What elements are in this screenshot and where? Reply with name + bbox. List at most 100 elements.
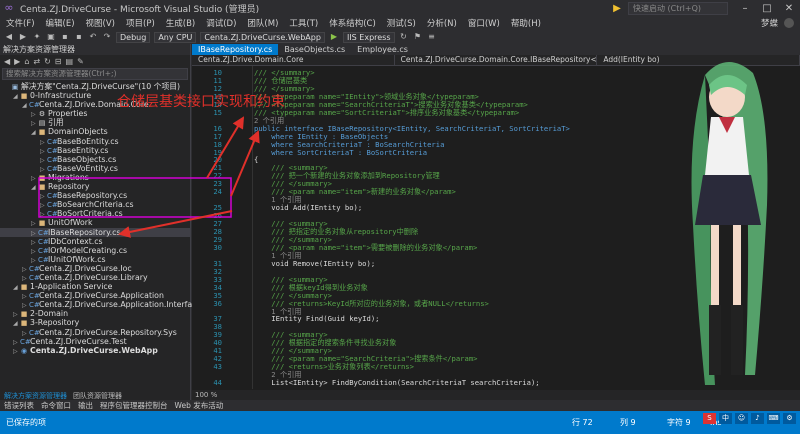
maximize-button[interactable]: □ — [756, 3, 778, 14]
forward-icon[interactable]: ▶ — [14, 57, 20, 66]
menu-file[interactable]: 文件(F) — [6, 17, 35, 29]
type-dropdown[interactable]: Centa.ZJ.DriveCurse.Domain.Core.IBaseRep… — [395, 55, 598, 65]
tree-item[interactable]: ▷ C#IDbContext.cs — [0, 237, 190, 246]
tree-item[interactable]: ▷ ■ Migrations — [0, 173, 190, 182]
notification-flag-icon[interactable]: ▶ — [606, 3, 628, 14]
expand-arrow-icon[interactable]: ▷ — [13, 347, 20, 356]
tree-item[interactable]: ◢ C#Centa.ZJ.Drive.Domain.Core — [0, 100, 190, 109]
tree-item[interactable]: ▷ C#Centa.ZJ.DriveCurse.Application — [0, 291, 190, 300]
menu-window[interactable]: 窗口(W) — [468, 17, 500, 29]
tree-item[interactable]: ◢ ■ 1-Application Service — [0, 282, 190, 291]
tree-item[interactable]: ◢ ■ DomainObjects — [0, 127, 190, 136]
code-line[interactable]: /// <typeparam name="SortCriteriaT">排序业务… — [254, 108, 519, 118]
new-project-icon[interactable]: ✦ — [32, 32, 42, 42]
mic-icon[interactable]: ♪ — [751, 413, 764, 424]
tree-item[interactable]: ▷ ▤ 引用 — [0, 118, 190, 127]
ime-icon[interactable]: S — [703, 413, 716, 424]
sync-icon[interactable]: ⇄ — [33, 57, 40, 66]
minimize-button[interactable]: – — [734, 3, 756, 14]
keyboard-icon[interactable]: ⌨ — [767, 413, 780, 424]
user-name[interactable]: 梦蝶 — [761, 17, 778, 29]
save-icon[interactable]: ▪ — [60, 32, 70, 42]
comment-icon[interactable]: ≡ — [427, 32, 437, 42]
menu-analyze[interactable]: 分析(N) — [427, 17, 457, 29]
forward-icon[interactable]: ▶ — [18, 32, 28, 42]
home-icon[interactable]: ⌂ — [24, 57, 29, 66]
tree-item[interactable]: ▷ C#BaseObjects.cs — [0, 155, 190, 164]
quick-launch-input[interactable]: 快速启动 (Ctrl+Q) — [628, 1, 728, 15]
startup-project-select[interactable]: Centa.ZJ.DriveCurse.WebApp — [200, 31, 325, 43]
lang-icon[interactable]: 中 — [719, 413, 732, 424]
menu-view[interactable]: 视图(V) — [86, 17, 115, 29]
back-icon[interactable]: ◀ — [4, 32, 14, 42]
tree-item[interactable]: ▷ C#Centa.ZJ.DriveCurse.Ioc — [0, 264, 190, 273]
platform-select[interactable]: Any CPU — [154, 31, 197, 43]
menu-team[interactable]: 团队(M) — [247, 17, 278, 29]
tree-item[interactable]: ▷ C#IUnitOfWork.cs — [0, 255, 190, 264]
settings-icon[interactable]: ⚙ — [783, 413, 796, 424]
user-avatar[interactable] — [784, 18, 794, 28]
run-icon[interactable]: ▶ — [329, 32, 339, 42]
tree-item[interactable]: ◢ ■ 0-Infrastructure — [0, 91, 190, 100]
menu-debug[interactable]: 调试(D) — [206, 17, 236, 29]
tab-baseobjects[interactable]: BaseObjects.cs — [278, 44, 351, 55]
code-line[interactable]: void Remove(IEntity bo); — [254, 259, 375, 268]
run-button[interactable]: IIS Express — [342, 31, 395, 43]
refresh-icon[interactable]: ↻ — [399, 32, 409, 42]
tree-item[interactable]: ▷ C#BaseBoEntity.cs — [0, 137, 190, 146]
tab-output[interactable]: 输出 — [78, 400, 93, 411]
refresh-icon[interactable]: ↻ — [44, 57, 51, 66]
menu-help[interactable]: 帮助(H) — [511, 17, 541, 29]
tab-web-publish[interactable]: Web 发布活动 — [175, 400, 224, 411]
tab-error-list[interactable]: 错误列表 — [4, 400, 34, 411]
tree-item[interactable]: ▣ 解决方案"Centa.ZJ.DriveCurse"(10 个项目) — [0, 82, 190, 91]
save-all-icon[interactable]: ▪ — [74, 32, 84, 42]
tree-item[interactable]: ▷ ⚙ Properties — [0, 109, 190, 118]
code-line[interactable]: where SortCriteriaT : BoSortCriteria — [254, 148, 427, 157]
tree-item[interactable]: ◢ ■ 3-Repository — [0, 318, 190, 327]
project-dropdown[interactable]: Centa.ZJ.Drive.Domain.Core — [192, 55, 395, 65]
tree-item[interactable]: ▷ C#Centa.ZJ.DriveCurse.Application.Inter… — [0, 300, 201, 309]
tree-item[interactable]: ▷ C#Centa.ZJ.DriveCurse.Test — [0, 337, 190, 346]
show-all-icon[interactable]: ▤ — [66, 57, 74, 66]
tree-item[interactable]: ▷ C#BaseVoEntity.cs — [0, 164, 190, 173]
tree-item[interactable]: ▷ ■ 2-Domain — [0, 309, 190, 318]
properties-icon[interactable]: ✎ — [77, 57, 84, 66]
tree-item[interactable]: ▷ C#BoSearchCriteria.cs — [0, 200, 190, 209]
close-button[interactable]: ✕ — [778, 3, 800, 14]
tab-package-manager-console[interactable]: 程序包管理器控制台 — [100, 400, 168, 411]
menu-build[interactable]: 生成(B) — [166, 17, 195, 29]
menu-test[interactable]: 测试(S) — [387, 17, 416, 29]
tab-solution-explorer[interactable]: 解决方案资源管理器 — [4, 391, 67, 400]
undo-icon[interactable]: ↶ — [88, 32, 98, 42]
tree-item[interactable]: ◢ ■ Repository — [0, 182, 190, 191]
tree-item[interactable]: ▷ C#BaseEntity.cs — [0, 146, 190, 155]
menu-edit[interactable]: 编辑(E) — [46, 17, 75, 29]
menu-architecture[interactable]: 体系结构(C) — [329, 17, 376, 29]
tree-item[interactable]: ▷ ◉ Centa.ZJ.DriveCurse.WebApp — [0, 346, 190, 355]
configuration-select[interactable]: Debug — [116, 31, 151, 43]
tree-item[interactable]: ▷ C#Centa.ZJ.DriveCurse.Library — [0, 273, 190, 282]
back-icon[interactable]: ◀ — [4, 57, 10, 66]
solution-search-input[interactable]: 搜索解决方案资源管理器(Ctrl+;) — [2, 68, 188, 80]
tree-item[interactable]: ▷ C#Centa.ZJ.DriveCurse.Repository.Sys — [0, 328, 190, 337]
code-line[interactable]: List<IEntity> FindByCondition(SearchCrit… — [254, 378, 539, 387]
tab-employee[interactable]: Employee.cs — [351, 44, 414, 55]
code-line[interactable]: void Add(IEntity bo); — [254, 203, 362, 212]
collapse-icon[interactable]: ⊟ — [55, 57, 62, 66]
tree-item[interactable]: ▷ ■ UnitOfWork — [0, 218, 190, 227]
menu-project[interactable]: 项目(P) — [126, 17, 155, 29]
redo-icon[interactable]: ↷ — [102, 32, 112, 42]
tree-item[interactable]: ▷ C#BaseRepository.cs — [0, 191, 190, 200]
tab-command-window[interactable]: 命令窗口 — [41, 400, 71, 411]
tree-item[interactable]: ▷ C#BoSortCriteria.cs — [0, 209, 190, 218]
tab-ibaserepository[interactable]: IBaseRepository.cs — [192, 44, 279, 55]
tree-item[interactable]: ▷ C#IOrModelCreating.cs — [0, 246, 190, 255]
emoji-icon[interactable]: ☺ — [735, 413, 748, 424]
menu-tools[interactable]: 工具(T) — [289, 17, 318, 29]
open-icon[interactable]: ▣ — [46, 32, 56, 42]
tab-team-explorer[interactable]: 团队资源管理器 — [73, 391, 122, 400]
code-line[interactable]: IEntity Find(Guid keyId); — [254, 314, 379, 323]
bookmark-icon[interactable]: ⚑ — [413, 32, 423, 42]
tree-item[interactable]: ▷ C#IBaseRepository.cs — [0, 227, 190, 237]
